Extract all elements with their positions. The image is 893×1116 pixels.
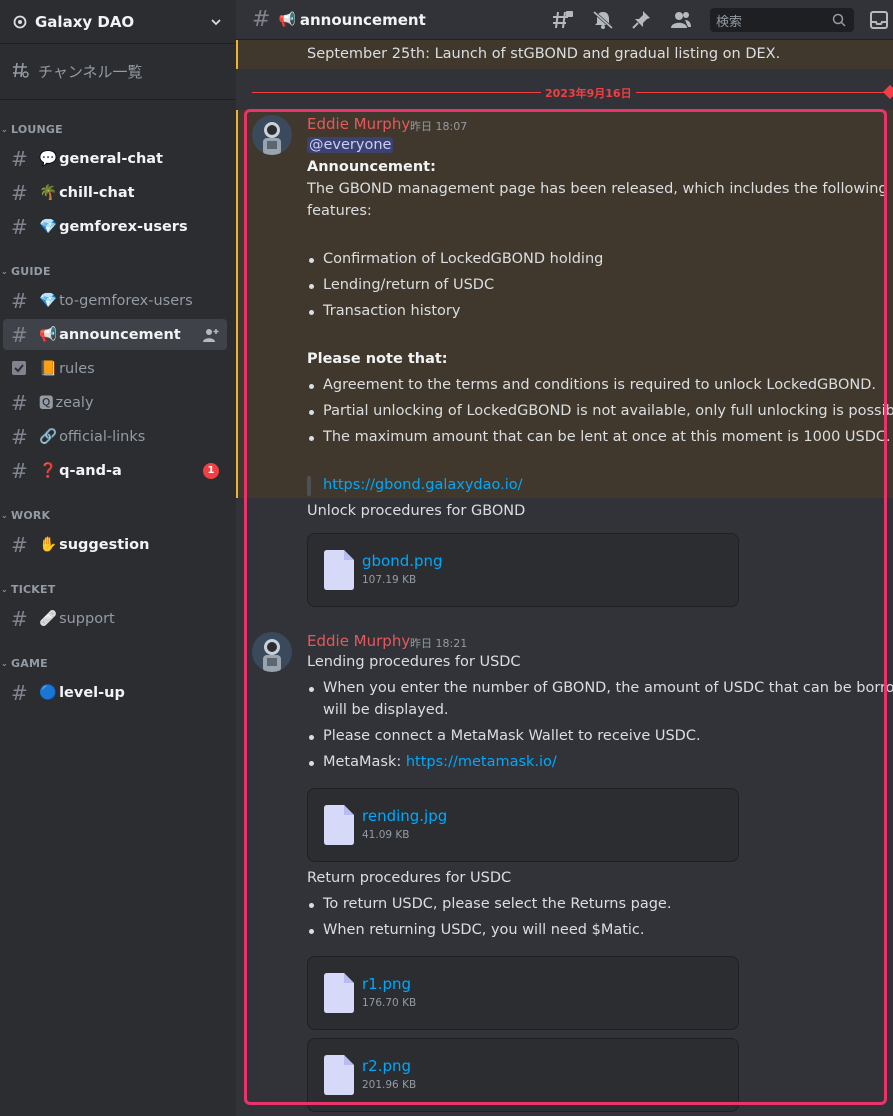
browse-channels[interactable]: チャンネル一覧 (0, 44, 236, 100)
hash-icon: # (11, 424, 28, 449)
channel-name: support (59, 610, 115, 627)
hash-icon: # (11, 680, 28, 705)
hash-icon: # (11, 214, 28, 239)
notification-muted-icon[interactable] (592, 10, 614, 30)
hash-icon: # (11, 458, 28, 483)
channel-name: official-links (59, 428, 146, 445)
sidebar-item-gemforex-users[interactable]: # 💎 gemforex-users (3, 211, 227, 242)
category-work[interactable]: ⌄ WORK (0, 509, 50, 522)
highlight-frame (244, 109, 887, 1105)
threads-icon[interactable] (552, 10, 574, 30)
sidebar-item-general-chat[interactable]: # 💬 general-chat (3, 143, 227, 174)
sidebar-item-suggestion[interactable]: # ✋ suggestion (3, 529, 227, 560)
message-list: September 25th: Launch of stGBOND and gr… (236, 40, 893, 1116)
hash-icon: # (11, 532, 28, 557)
hash-icon: # (11, 322, 28, 347)
channel-emoji: 🌴 (39, 185, 58, 201)
channel-name: q-and-a (59, 462, 122, 479)
message-text: September 25th: Launch of stGBOND and gr… (307, 46, 781, 62)
channel-emoji: 🆀 (39, 396, 54, 412)
category-label: LOUNGE (11, 123, 63, 136)
search-input[interactable]: 検索 (710, 8, 854, 32)
hash-icon: # (11, 390, 28, 415)
add-member-icon[interactable] (203, 327, 219, 343)
channel-name: level-up (59, 684, 125, 701)
channel-name: chill-chat (59, 184, 135, 201)
guild-icon (12, 14, 28, 30)
sidebar-item-q-and-a[interactable]: # ❓ q-and-a 1 (3, 455, 227, 486)
channel-emoji: 📢 (39, 327, 58, 343)
channel-name: announcement (59, 326, 181, 343)
category-label: TICKET (11, 583, 56, 596)
sidebar-item-chill-chat[interactable]: # 🌴 chill-chat (3, 177, 227, 208)
channel-emoji: 📙 (39, 361, 58, 377)
date-divider-label: 2023年9月16日 (541, 85, 636, 101)
hash-icon: # (11, 606, 28, 631)
category-label: WORK (11, 509, 51, 522)
channel-emoji: 💎 (39, 293, 58, 309)
category-ticket[interactable]: ⌄ TICKET (0, 583, 55, 596)
browse-channels-icon (12, 61, 32, 83)
pin-icon[interactable] (631, 10, 653, 30)
category-label: GUIDE (11, 265, 51, 278)
channel-name: zealy (55, 394, 94, 411)
sidebar-item-zealy[interactable]: # 🆀zealy (3, 387, 227, 418)
search-placeholder: 検索 (716, 14, 743, 30)
checkbox-icon (11, 359, 31, 379)
sidebar-item-official-links[interactable]: # 🔗 official-links (3, 421, 227, 452)
channel-emoji: 🔵 (39, 685, 58, 701)
channel-emoji: 💬 (39, 151, 58, 167)
channel-emoji: 🔗 (39, 429, 58, 445)
category-lounge[interactable]: ⌄ LOUNGE (0, 123, 63, 136)
category-game[interactable]: ⌄ GAME (0, 657, 48, 670)
new-messages-marker (882, 84, 893, 100)
channel-name: to-gemforex-users (59, 292, 193, 309)
channel-emoji: ❓ (39, 463, 58, 479)
member-list-icon[interactable] (670, 10, 692, 30)
guild-header[interactable]: Galaxy DAO (0, 0, 236, 44)
channel-name: gemforex-users (59, 218, 188, 235)
search-icon (832, 13, 846, 27)
channel-name: rules (59, 360, 95, 377)
channel-emoji: ✋ (39, 537, 58, 553)
hash-icon: # (11, 146, 28, 171)
inbox-icon[interactable] (869, 10, 889, 30)
channel-emoji: 🩹 (39, 611, 58, 627)
mention-badge: 1 (203, 462, 219, 479)
channel-name: suggestion (59, 536, 150, 553)
hash-icon: # (11, 180, 28, 205)
channel-emoji: 📢 (278, 11, 296, 28)
chevron-down-icon (211, 18, 221, 25)
browse-channels-label: チャンネル一覧 (38, 63, 143, 81)
sidebar-item-rules[interactable]: 📙 rules (3, 353, 227, 384)
channel-emoji: 💎 (39, 219, 58, 235)
previous-message: September 25th: Launch of stGBOND and gr… (236, 40, 893, 69)
sidebar-item-to-gemforex-users[interactable]: # 💎 to-gemforex-users (3, 285, 227, 316)
category-guide[interactable]: ⌄ GUIDE (0, 265, 51, 278)
sidebar-item-announcement[interactable]: # 📢 announcement (3, 319, 227, 350)
channel-title: announcement (299, 10, 426, 29)
hash-icon: # (252, 7, 271, 32)
hash-icon: # (11, 288, 28, 313)
guild-name: Galaxy DAO (35, 12, 135, 31)
sidebar-item-support[interactable]: # 🩹 support (3, 603, 227, 634)
sidebar-item-level-up[interactable]: # 🔵 level-up (3, 677, 227, 708)
channel-name: general-chat (59, 150, 163, 167)
channel-sidebar: Galaxy DAO チャンネル一覧 ⌄ LOUNGE # 💬 general-cha… (0, 0, 236, 1116)
category-label: GAME (11, 657, 48, 670)
